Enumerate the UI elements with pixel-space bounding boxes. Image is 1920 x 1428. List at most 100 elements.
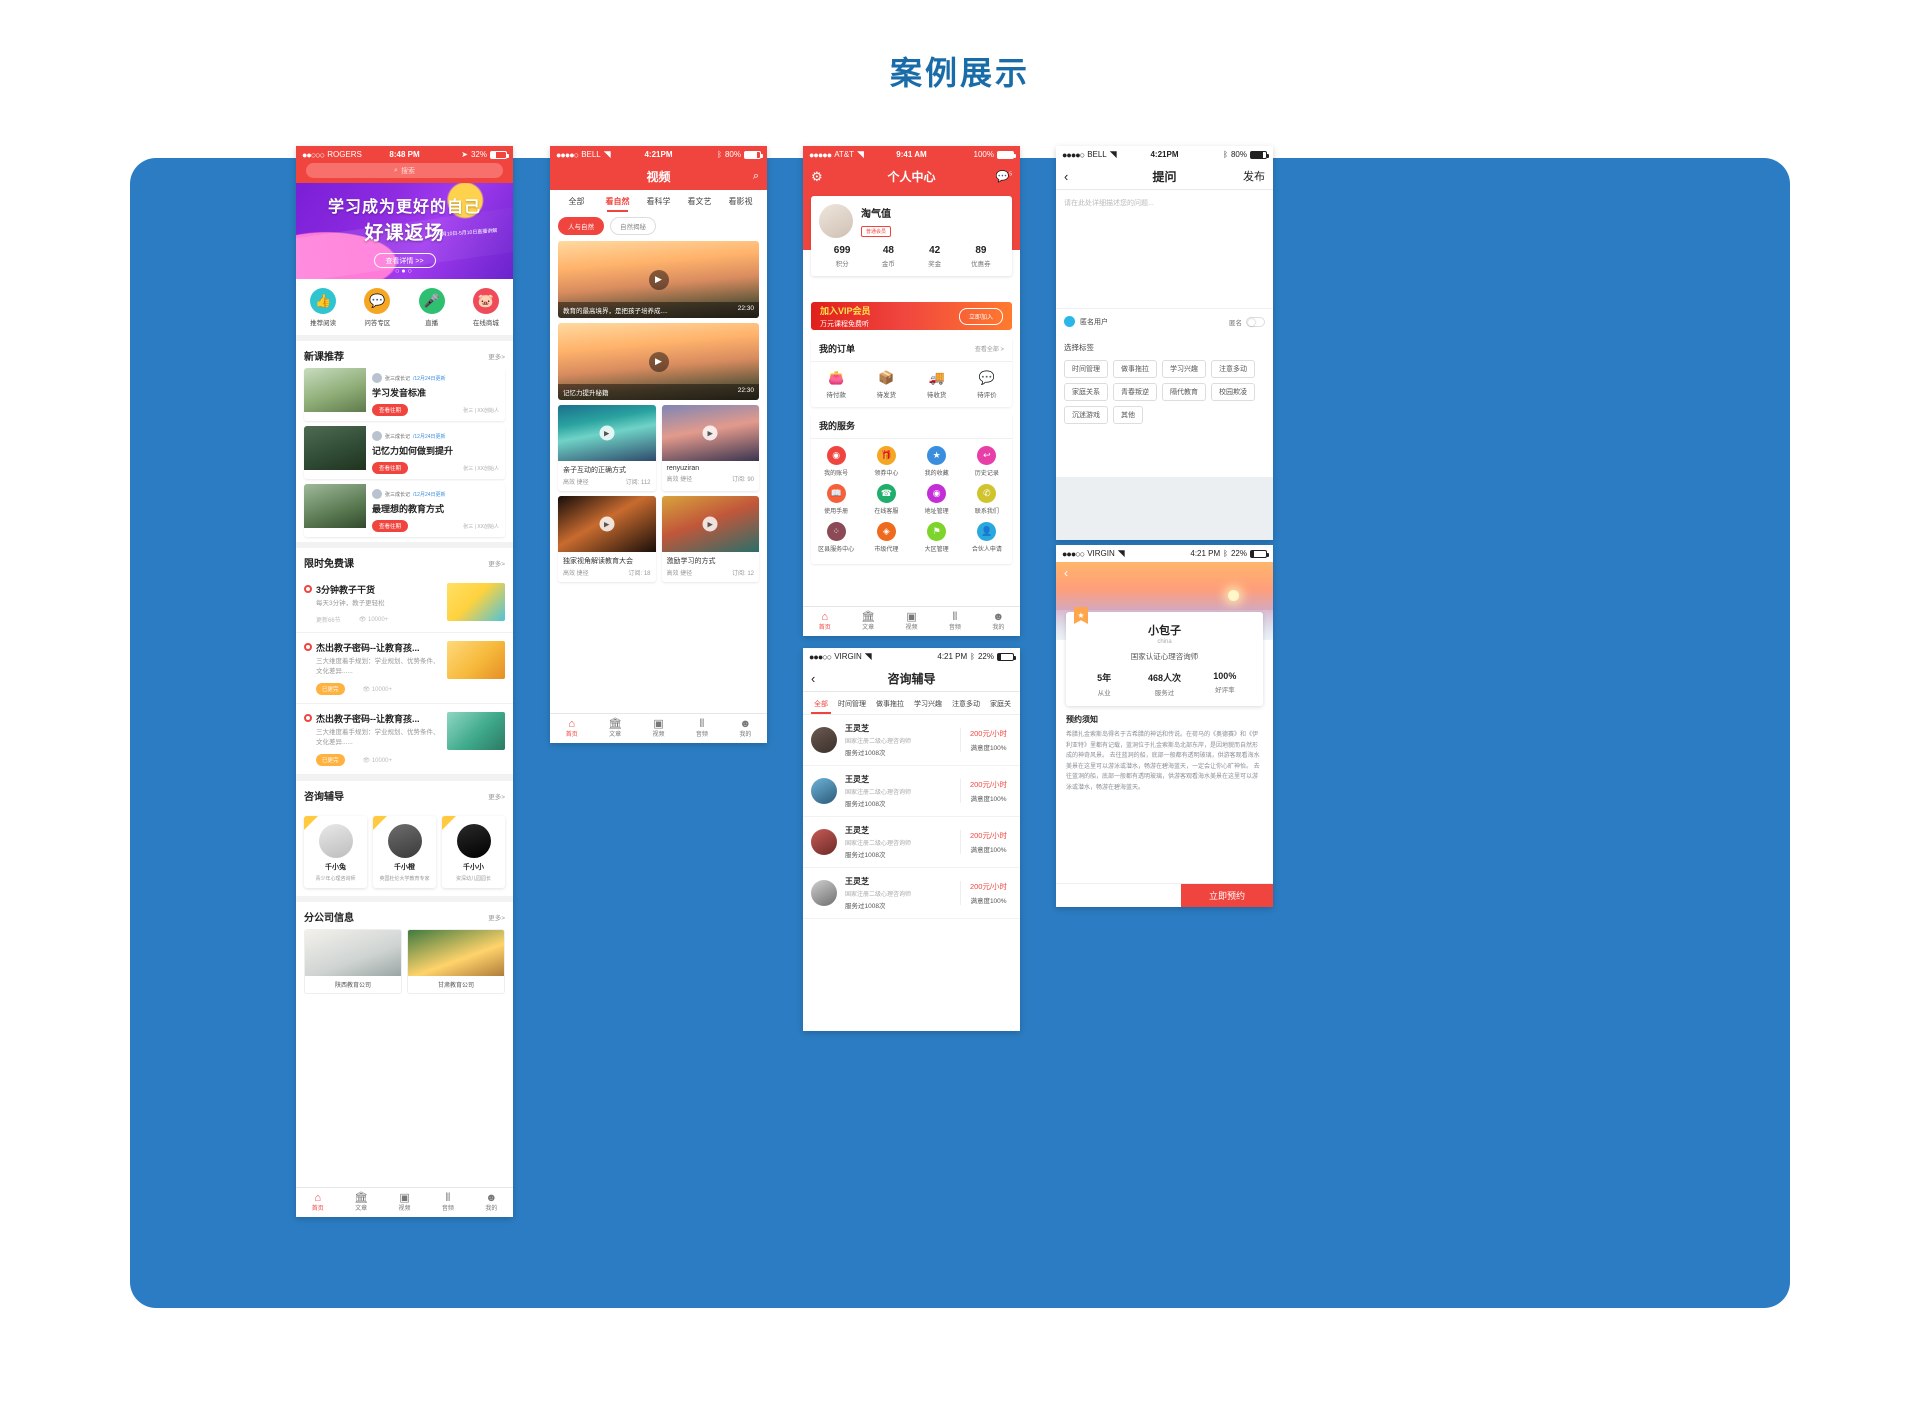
- tab-mine[interactable]: ☻ 我的: [724, 718, 767, 740]
- view-past-button[interactable]: 查看往期: [372, 520, 409, 532]
- video-card[interactable]: ▶ 亲子互动的正确方式 高效 捷径 订阅: 112: [558, 405, 656, 491]
- quick-action-live[interactable]: 🎤 直播: [405, 288, 459, 327]
- service-city-agency[interactable]: ◈ 市级代理: [861, 522, 911, 553]
- promo-banner[interactable]: 学习成为更好的自己 好课返场 4月10日-5月10日直播讲解 查看详情 >> ○…: [296, 183, 513, 279]
- service-coupons[interactable]: 🎁 领券中心: [861, 446, 911, 477]
- branch-card[interactable]: 甘肃教育公司: [407, 929, 505, 995]
- tab-home[interactable]: ⌂ 首页: [803, 611, 846, 633]
- search-bar[interactable]: ⌕ 搜索: [296, 163, 513, 183]
- more-link[interactable]: 更多>: [488, 791, 505, 801]
- tab-video[interactable]: ▣ 视频: [890, 611, 933, 633]
- free-course-item[interactable]: 杰出教子密码--让教育孩... 三大维度着手规划：学业规划、优势条件、文化差异.…: [296, 704, 513, 776]
- tag-option[interactable]: 时间管理: [1064, 360, 1108, 378]
- service-history[interactable]: ↩ 历史记录: [962, 446, 1012, 477]
- tab-article[interactable]: 🏛 文章: [593, 718, 636, 740]
- play-icon[interactable]: ▶: [702, 516, 718, 532]
- service-partner-apply[interactable]: 👤 合伙人申请: [962, 522, 1012, 553]
- tab-video[interactable]: ▣ 视频: [637, 718, 680, 740]
- tab-home[interactable]: ⌂ 首页: [296, 1192, 339, 1214]
- tab-article[interactable]: 🏛 文章: [846, 611, 889, 633]
- play-icon[interactable]: ▶: [702, 425, 718, 441]
- course-card[interactable]: 张三成长记 /12月24日更新 最理想的教育方式 查看往期 张三 | XX创始人: [304, 484, 505, 537]
- avatar[interactable]: [819, 204, 853, 238]
- publish-button[interactable]: 发布: [1243, 168, 1265, 184]
- course-card[interactable]: 张三成长记 /12月24日更新 学习发音标准 查看往期 张三 | XX创始人: [304, 368, 505, 421]
- consultant-row[interactable]: 王灵芝 国家注册二级心理咨询师 服务过1008次 200元/小时 满意度100%: [803, 868, 1020, 919]
- tag-option[interactable]: 做事拖拉: [1113, 360, 1157, 378]
- video-card[interactable]: ▶ renyuziran 高效 捷径 订阅: 90: [661, 405, 759, 491]
- service-contact[interactable]: ✆ 联系我们: [962, 484, 1012, 515]
- stat-coupons[interactable]: 89 优惠券: [958, 245, 1004, 268]
- order-status-review[interactable]: 💬 待评价: [962, 370, 1012, 399]
- teacher-card[interactable]: 千小兔 青少年心理咨询师: [304, 816, 367, 889]
- tag-option[interactable]: 沉迷游戏: [1064, 406, 1108, 424]
- tag-option[interactable]: 校园欺凌: [1211, 383, 1255, 401]
- filter-tab-adhd[interactable]: 注意多动: [947, 699, 985, 714]
- tag-option[interactable]: 其他: [1113, 406, 1143, 424]
- consultant-row[interactable]: 王灵芝 国家注册二级心理咨询师 服务过1008次 200元/小时 满意度100%: [803, 817, 1020, 868]
- tag-option[interactable]: 家庭关系: [1064, 383, 1108, 401]
- tag-option[interactable]: 隔代教育: [1162, 383, 1206, 401]
- video-card[interactable]: ▶ 独家视角解读教育大会 高效 捷径 订阅: 18: [558, 496, 656, 582]
- filter-tab-family[interactable]: 家庭关: [985, 699, 1016, 714]
- search-input[interactable]: 搜索: [401, 166, 415, 176]
- order-status-unshipped[interactable]: 📦 待发货: [861, 370, 911, 399]
- filter-tab-time[interactable]: 时间管理: [833, 699, 871, 714]
- video-featured[interactable]: ▶ 教育的最高境界，是把孩子培养成.... 22:30: [558, 241, 759, 318]
- video-card[interactable]: ▶ 激励学习的方式 高效 捷径 订阅: 12: [661, 496, 759, 582]
- back-chevron-icon[interactable]: ‹: [811, 671, 815, 686]
- tab-film[interactable]: 看影视: [720, 196, 761, 212]
- back-chevron-icon[interactable]: ‹: [1064, 566, 1068, 580]
- order-status-unpaid[interactable]: 👛 待付款: [811, 370, 861, 399]
- tab-arts[interactable]: 看文艺: [679, 196, 720, 212]
- tab-audio[interactable]: ⦀ 音频: [426, 1192, 469, 1214]
- view-past-button[interactable]: 查看往期: [372, 462, 409, 474]
- quick-action-qa[interactable]: 💬 问答专区: [350, 288, 404, 327]
- tab-mine[interactable]: ☻ 我的: [977, 611, 1020, 633]
- course-card[interactable]: 张三成长记 /12月24日更新 记忆力如何做到提升 查看往期 张三 | XX创始…: [304, 426, 505, 479]
- vip-banner[interactable]: 加入VIP会员 万元课程免费听 立即加入: [811, 302, 1012, 330]
- tag-option[interactable]: 注意多动: [1211, 360, 1255, 378]
- view-past-button[interactable]: 查看往期: [372, 404, 409, 416]
- tab-science[interactable]: 看科学: [638, 196, 679, 212]
- play-icon[interactable]: ▶: [599, 425, 615, 441]
- question-textarea[interactable]: 请在此处详细描述您的问题...: [1056, 190, 1273, 308]
- more-link[interactable]: 更多>: [488, 558, 505, 568]
- order-status-shipping[interactable]: 🚚 待收货: [912, 370, 962, 399]
- gear-icon[interactable]: ⚙: [811, 169, 823, 185]
- service-county-center[interactable]: ⁘ 区县服务中心: [811, 522, 861, 553]
- tab-home[interactable]: ⌂ 首页: [550, 718, 593, 740]
- search-icon[interactable]: ⌕: [753, 170, 759, 183]
- free-course-item[interactable]: 3分钟教子干货 每天3分钟，教子更轻松 更新66节 👁 10000+: [296, 575, 513, 634]
- play-icon[interactable]: ▶: [599, 516, 615, 532]
- quick-action-recommend[interactable]: 👍 推荐阅读: [296, 288, 350, 327]
- play-icon[interactable]: ▶: [648, 269, 669, 290]
- tab-audio[interactable]: ⦀ 音频: [933, 611, 976, 633]
- teacher-card[interactable]: 千小小 资深幼儿园园长: [442, 816, 505, 889]
- service-account[interactable]: ◉ 我的账号: [811, 446, 861, 477]
- more-link[interactable]: 更多>: [488, 351, 505, 361]
- service-favorites[interactable]: ★ 我的收藏: [912, 446, 962, 477]
- anonymous-toggle[interactable]: [1246, 316, 1265, 327]
- tab-all[interactable]: 全部: [556, 196, 597, 212]
- filter-tab-procrastination[interactable]: 做事拖拉: [871, 699, 909, 714]
- tag-option[interactable]: 学习兴趣: [1162, 360, 1206, 378]
- view-all-link[interactable]: 查看全部 >: [975, 344, 1004, 353]
- teacher-card[interactable]: 千小橙 英国杜伦大学教育专家: [373, 816, 436, 889]
- quick-action-shop[interactable]: 🐷 在线商城: [459, 288, 513, 327]
- filter-tab-all[interactable]: 全部: [809, 699, 833, 714]
- service-manual[interactable]: 📖 使用手册: [811, 484, 861, 515]
- play-icon[interactable]: ▶: [648, 351, 669, 372]
- tab-mine[interactable]: ☻ 我的: [470, 1192, 513, 1214]
- tab-article[interactable]: 🏛 文章: [339, 1192, 382, 1214]
- free-course-item[interactable]: 杰出教子密码--让教育孩... 三大维度着手规划：学业规划、优势条件、文化差异.…: [296, 633, 513, 705]
- video-featured[interactable]: ▶ 记忆力提升秘籍 22:30: [558, 323, 759, 400]
- chip-nature-secrets[interactable]: 自然揭秘: [610, 217, 656, 235]
- consultant-row[interactable]: 王灵芝 国家注册二级心理咨询师 服务过1008次 200元/小时 满意度100%: [803, 715, 1020, 766]
- stat-coins[interactable]: 48 金币: [865, 245, 911, 268]
- service-region-mgmt[interactable]: ⚑ 大区管理: [912, 522, 962, 553]
- chip-people-nature[interactable]: 人与自然: [558, 217, 604, 235]
- tag-option[interactable]: 青春叛逆: [1113, 383, 1157, 401]
- stat-points[interactable]: 699 积分: [819, 245, 865, 268]
- banner-cta-button[interactable]: 查看详情 >>: [373, 253, 436, 268]
